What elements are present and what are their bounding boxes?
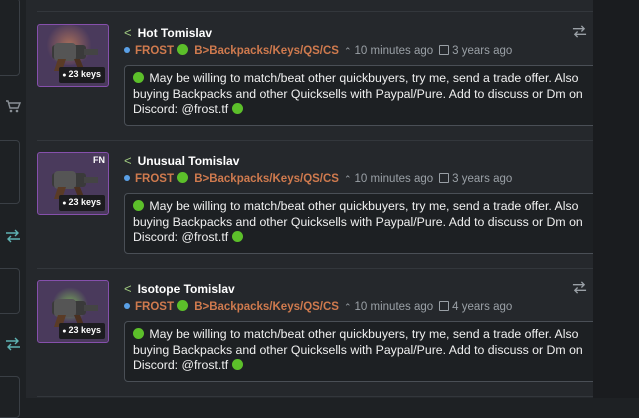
cart-icon[interactable] [5,99,21,113]
bumped-time: ⌃ 10 minutes ago [343,45,434,57]
green-circle-emoji [231,359,243,370]
trade-info[interactable]: B>Backpacks/Keys/QS/CS [194,45,339,57]
tag-icon: ● [62,72,67,79]
swap-icon[interactable] [572,280,587,295]
calendar-icon [439,173,450,183]
online-icon [177,172,189,183]
listing-title: < Unusual Tomislav [124,153,239,169]
item-name[interactable]: Hot Tomislav [138,26,212,40]
bump-icon: ⌃ [343,302,352,312]
trade-info[interactable]: B>Backpacks/Keys/QS/CS [194,173,339,185]
divider [37,11,606,12]
listing-row[interactable]: FN ● 23 keys < Unusual Tomislav FROST B>Ba… [37,152,608,270]
listing-meta: FROST B>Backpacks/Keys/QS/CS ⌃ 10 minutes … [124,300,512,315]
created-time: 3 years ago [439,45,512,57]
divider [37,396,606,397]
divider [37,140,606,141]
divider [37,268,606,269]
calendar-icon [439,301,450,311]
status-dot [124,303,130,309]
bump-icon: ⌃ [343,174,352,184]
username[interactable]: FROST [135,173,174,185]
green-circle-emoji [231,231,243,242]
green-circle-emoji [133,200,144,211]
listing-title: < Isotope Tomislav [124,281,235,297]
left-card[interactable] [0,376,20,418]
listing-row[interactable]: ● 23 keys < Hot Tomislav FROST B>Backpacks… [37,24,608,142]
item-image[interactable]: ● 23 keys [37,24,109,87]
listings-panel: ● 23 keys < Hot Tomislav FROST B>Backpacks… [26,0,608,398]
tag-icon: ● [62,328,67,335]
username[interactable]: FROST [135,45,174,57]
right-panel-edge [593,0,639,398]
chevron-left-icon[interactable]: < [124,281,132,296]
swap-icon[interactable] [572,24,587,39]
left-panel [0,0,26,418]
item-image[interactable]: ● 23 keys [37,280,109,343]
listing-description: May be willing to match/beat other quick… [124,193,605,254]
green-circle-emoji [133,72,144,83]
chevron-left-icon[interactable]: < [124,153,132,168]
item-name[interactable]: Isotope Tomislav [138,282,235,296]
status-dot [124,47,130,53]
online-icon [177,44,189,55]
left-card[interactable] [0,140,20,204]
status-dot [124,175,130,181]
listing-row[interactable]: ● 23 keys < Isotope Tomislav FROST B>Backp… [37,280,608,398]
listing-title: < Hot Tomislav [124,25,212,41]
green-circle-emoji [133,328,144,339]
swap-icon[interactable] [5,337,21,351]
tag-icon: ● [62,200,67,207]
listing-description: May be willing to match/beat other quick… [124,321,605,382]
price-tag: ● 23 keys [59,195,105,211]
trade-info[interactable]: B>Backpacks/Keys/QS/CS [194,301,339,313]
bumped-time: ⌃ 10 minutes ago [343,173,434,185]
created-time: 3 years ago [439,173,512,185]
price-tag: ● 23 keys [59,323,105,339]
listing-description: May be willing to match/beat other quick… [124,65,605,126]
item-name[interactable]: Unusual Tomislav [138,154,240,168]
left-card[interactable] [0,0,20,76]
chevron-left-icon[interactable]: < [124,25,132,40]
left-card[interactable] [0,268,20,314]
swap-icon[interactable] [5,229,21,243]
username[interactable]: FROST [135,301,174,313]
price-tag: ● 23 keys [59,67,105,83]
listing-meta: FROST B>Backpacks/Keys/QS/CS ⌃ 10 minutes … [124,172,512,187]
green-circle-emoji [231,103,243,114]
listing-meta: FROST B>Backpacks/Keys/QS/CS ⌃ 10 minutes … [124,44,512,59]
bumped-time: ⌃ 10 minutes ago [343,301,434,313]
bump-icon: ⌃ [343,46,352,56]
online-icon [177,300,189,311]
calendar-icon [439,45,450,55]
created-time: 4 years ago [439,301,512,313]
item-image[interactable]: FN ● 23 keys [37,152,109,215]
wear-badge: FN [93,155,105,165]
